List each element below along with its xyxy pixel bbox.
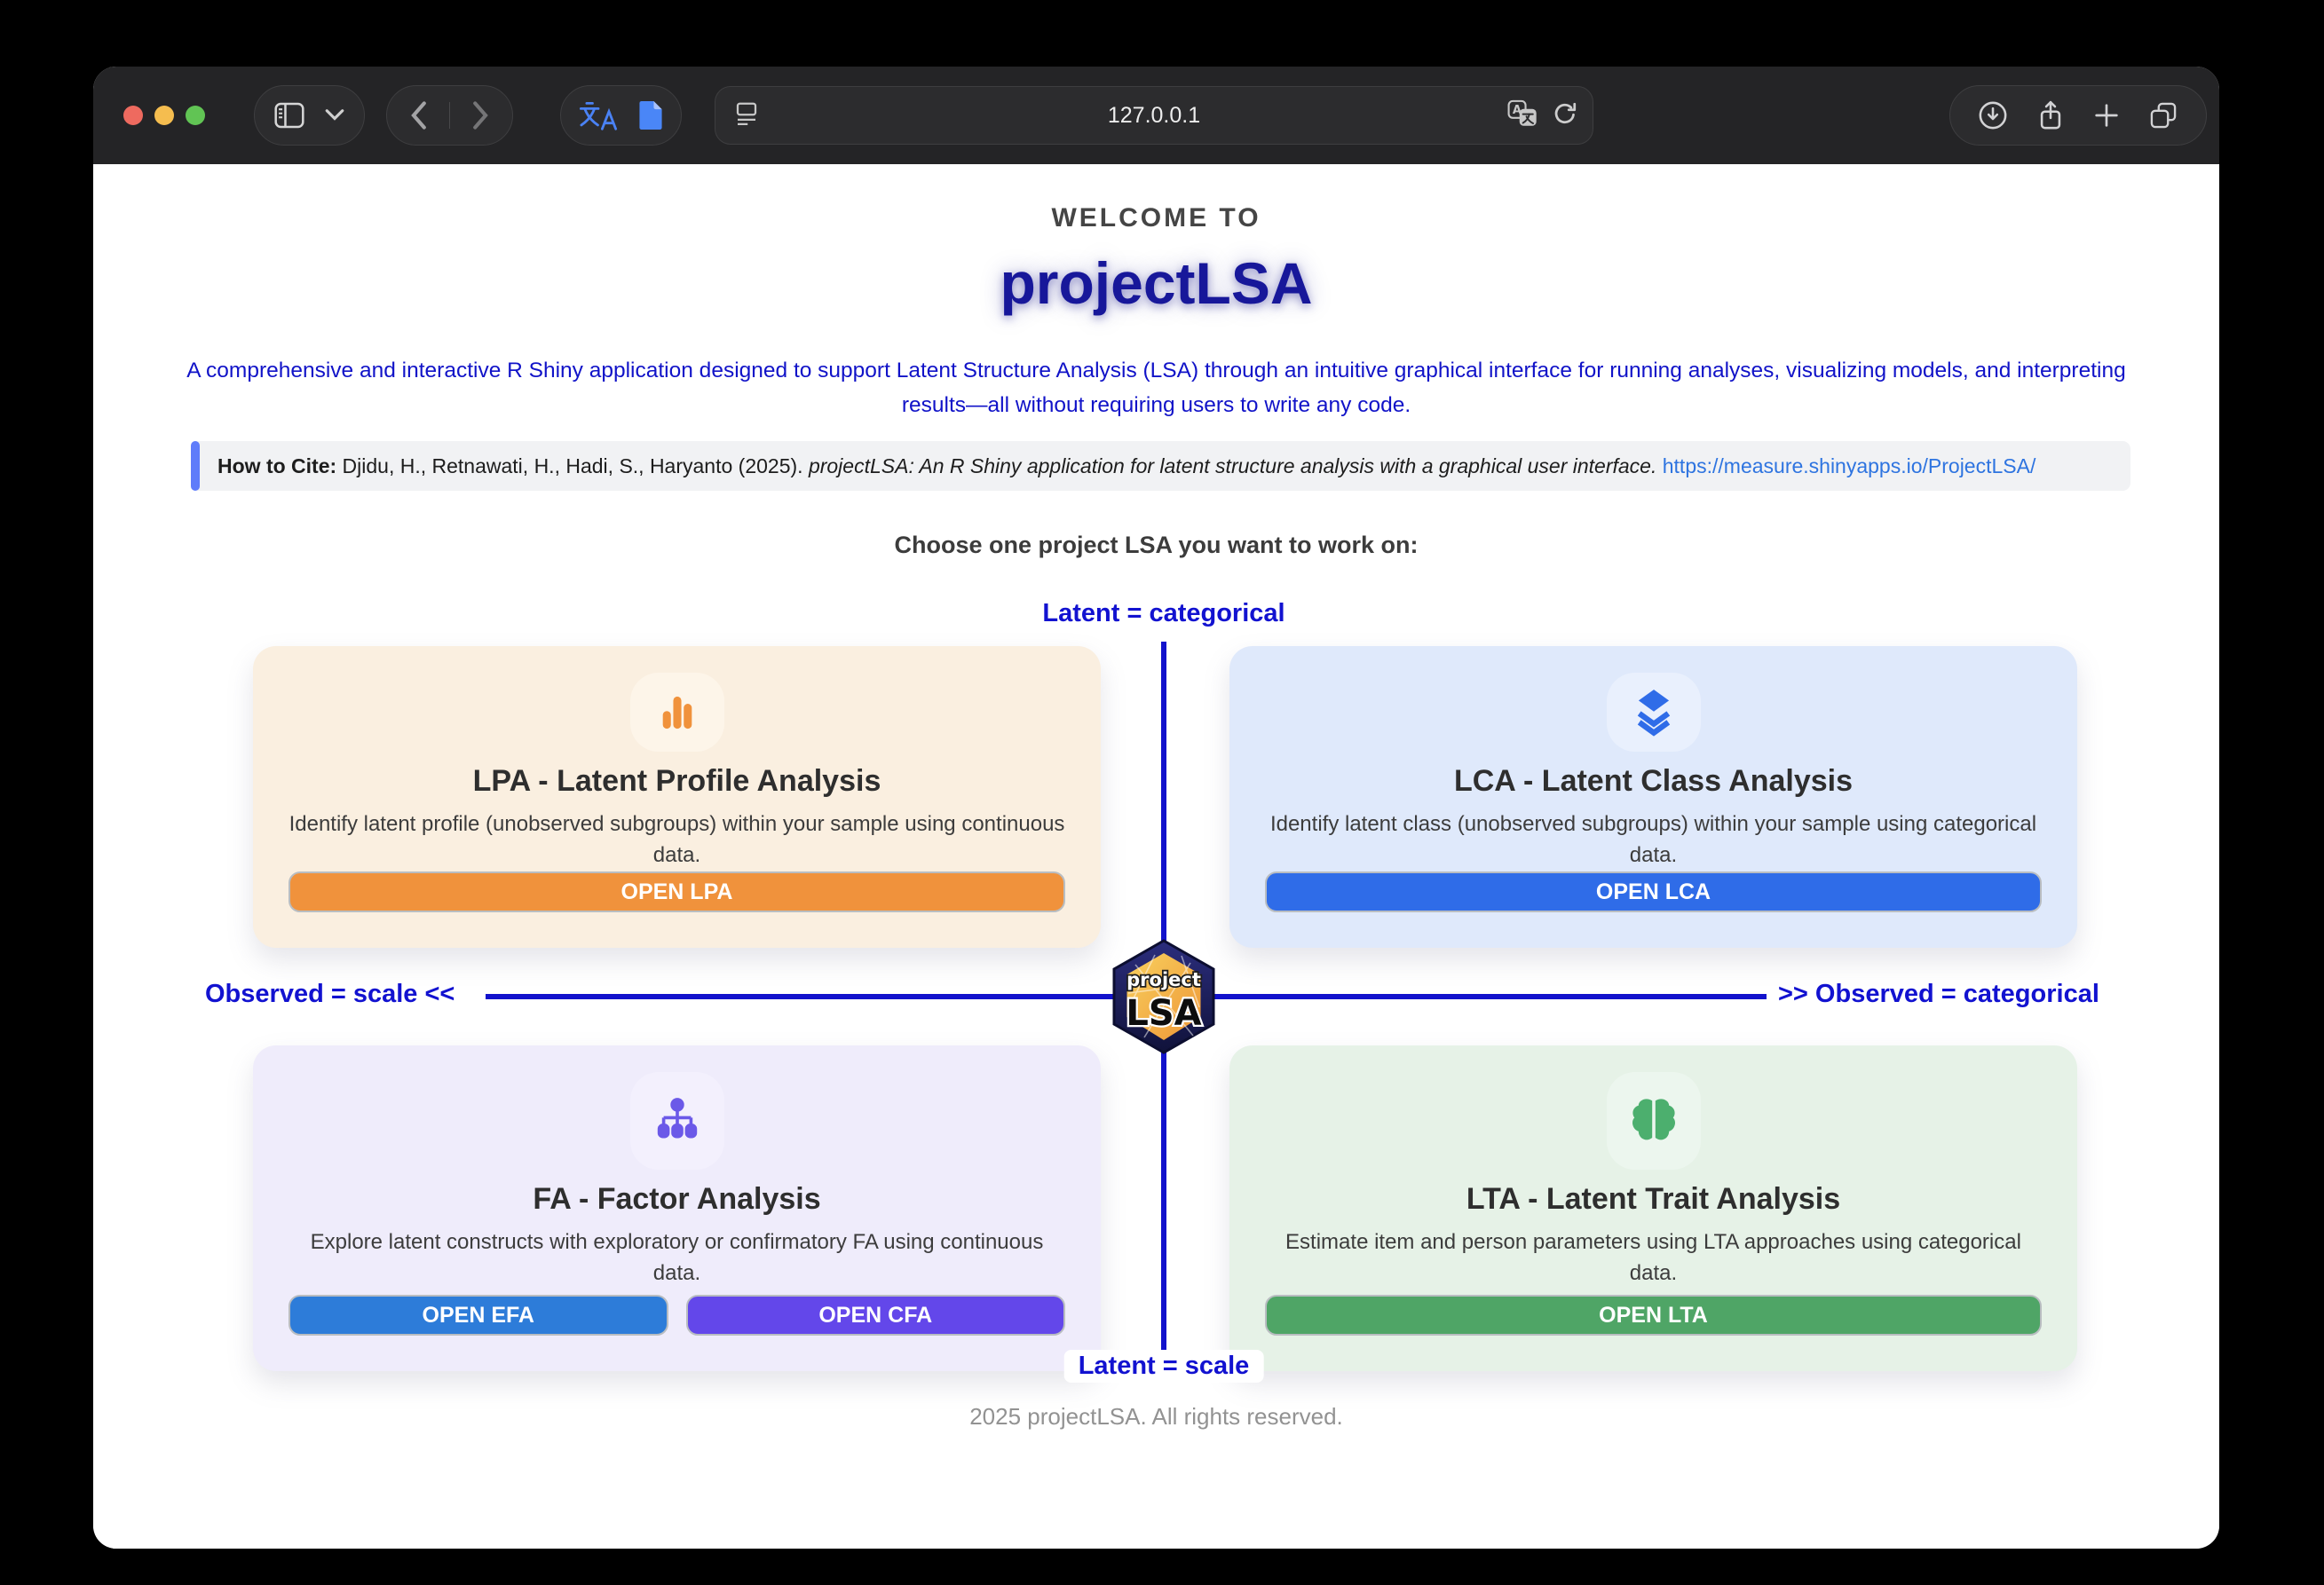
fullscreen-button[interactable]	[186, 106, 205, 125]
new-tab-button[interactable]	[2092, 101, 2121, 130]
welcome-heading: WELCOME TO	[93, 203, 2219, 233]
address-bar[interactable]: 127.0.0.1 A	[715, 86, 1593, 145]
axis-label-bottom: Latent = scale	[1064, 1350, 1264, 1383]
tab-overview-button[interactable]	[2148, 100, 2178, 130]
choose-prompt: Choose one project LSA you want to work …	[93, 532, 2219, 559]
back-button[interactable]	[408, 100, 428, 130]
open-lca-button[interactable]: OPEN LCA	[1265, 871, 2042, 912]
browser-toolbar: 127.0.0.1 A	[93, 67, 2219, 164]
citation-box: How to Cite: Djidu, H., Retnawati, H., H…	[191, 441, 2130, 491]
lta-iconbox	[1607, 1072, 1701, 1170]
open-cfa-button[interactable]: OPEN CFA	[686, 1295, 1066, 1336]
bar-chart-icon	[652, 687, 703, 738]
citation-label: How to Cite:	[217, 454, 336, 478]
translate-badge-icon: A	[1507, 99, 1537, 128]
layers-icon	[1628, 687, 1680, 738]
logo-text-top: project	[1126, 969, 1201, 990]
axis-label-left: Observed = scale <<	[205, 980, 455, 1009]
plus-icon	[2092, 101, 2121, 130]
fa-iconbox	[630, 1072, 724, 1170]
page-title: projectLSA	[93, 249, 2219, 317]
page-content: WELCOME TO projectLSA A comprehensive an…	[93, 164, 2219, 1549]
lca-iconbox	[1607, 673, 1701, 752]
citation-work: projectLSA: An R Shiny application for l…	[809, 454, 1656, 478]
fa-description: Explore latent constructs with explorato…	[289, 1227, 1065, 1289]
card-lta: LTA - Latent Trait Analysis Estimate ite…	[1229, 1045, 2077, 1371]
citation-authors: Djidu, H., Retnawati, H., Hadi, S., Hary…	[343, 454, 803, 478]
close-button[interactable]	[123, 106, 143, 125]
lpa-title: LPA - Latent Profile Analysis	[473, 764, 881, 799]
browser-window: 127.0.0.1 A	[93, 67, 2219, 1549]
minimize-button[interactable]	[154, 106, 174, 125]
open-lta-button[interactable]: OPEN LTA	[1265, 1295, 2042, 1336]
axis-label-top: Latent = categorical	[1042, 599, 1285, 628]
forward-button[interactable]	[471, 100, 491, 130]
lta-title: LTA - Latent Trait Analysis	[1466, 1182, 1840, 1217]
window-actions	[1949, 85, 2207, 146]
intro-paragraph: A comprehensive and interactive R Shiny …	[160, 354, 2153, 422]
chevron-right-icon	[471, 100, 491, 130]
translate-button[interactable]	[577, 99, 620, 131]
citation-link[interactable]: https://measure.shinyapps.io/ProjectLSA/	[1663, 454, 2036, 478]
translate-icon	[577, 99, 620, 131]
translate-page-button[interactable]: A	[1507, 99, 1537, 132]
card-lpa: LPA - Latent Profile Analysis Identify l…	[253, 646, 1101, 948]
lca-title: LCA - Latent Class Analysis	[1454, 764, 1853, 799]
sidebar-toggle-button[interactable]	[274, 102, 304, 129]
sidebar-menu-button[interactable]	[325, 109, 344, 122]
url-text[interactable]: 127.0.0.1	[715, 103, 1593, 129]
lpa-description: Identify latent profile (unobserved subg…	[289, 809, 1065, 871]
share-icon	[2035, 99, 2066, 132]
lpa-iconbox	[630, 673, 724, 752]
document-icon	[636, 99, 665, 132]
chevron-left-icon	[408, 100, 428, 130]
open-efa-button[interactable]: OPEN EFA	[289, 1295, 668, 1336]
logo-text-bottom: LSA	[1126, 993, 1201, 1034]
reload-icon	[1552, 100, 1578, 127]
history-nav	[386, 85, 513, 146]
projectlsa-logo: project LSA	[1109, 938, 1219, 1055]
card-fa: FA - Factor Analysis Explore latent cons…	[253, 1045, 1101, 1371]
sidebar-controls	[254, 85, 365, 146]
lta-description: Estimate item and person parameters usin…	[1265, 1227, 2042, 1289]
card-lca: LCA - Latent Class Analysis Identify lat…	[1229, 646, 2077, 948]
lca-description: Identify latent class (unobserved subgro…	[1265, 809, 2042, 871]
page-tools	[560, 85, 682, 146]
sitemap-icon	[652, 1095, 703, 1147]
downloads-button[interactable]	[1978, 100, 2008, 130]
nav-divider	[449, 102, 451, 129]
reader-button[interactable]	[636, 99, 665, 132]
brain-icon	[1628, 1095, 1680, 1147]
axis-label-right: >> Observed = categorical	[1778, 980, 2099, 1009]
share-button[interactable]	[2035, 99, 2066, 132]
reload-button[interactable]	[1552, 100, 1578, 131]
tabs-icon	[2148, 100, 2178, 130]
sidebar-icon	[274, 102, 304, 129]
footer-text: 2025 projectLSA. All rights reserved.	[93, 1403, 2219, 1431]
open-lpa-button[interactable]: OPEN LPA	[289, 871, 1065, 912]
traffic-lights	[123, 106, 205, 125]
fa-title: FA - Factor Analysis	[533, 1182, 820, 1217]
download-icon	[1978, 100, 2008, 130]
chevron-down-icon	[325, 109, 344, 122]
